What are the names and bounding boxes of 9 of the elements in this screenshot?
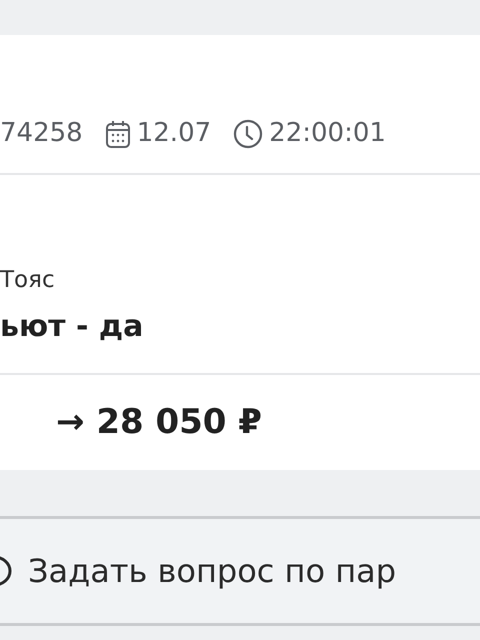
detail-value: ьют - да — [0, 309, 144, 345]
ask-question-button[interactable]: Задать вопрос по пар — [0, 516, 480, 626]
calendar-icon — [104, 118, 131, 148]
clock-icon — [233, 118, 264, 148]
order-date: 12.07 — [136, 117, 212, 150]
price-amount: → 28 050 ₽ — [56, 401, 262, 444]
order-time: 22:00:01 — [269, 117, 386, 150]
detail-label: Тояс — [0, 267, 56, 295]
order-number: 74258 — [0, 117, 83, 150]
